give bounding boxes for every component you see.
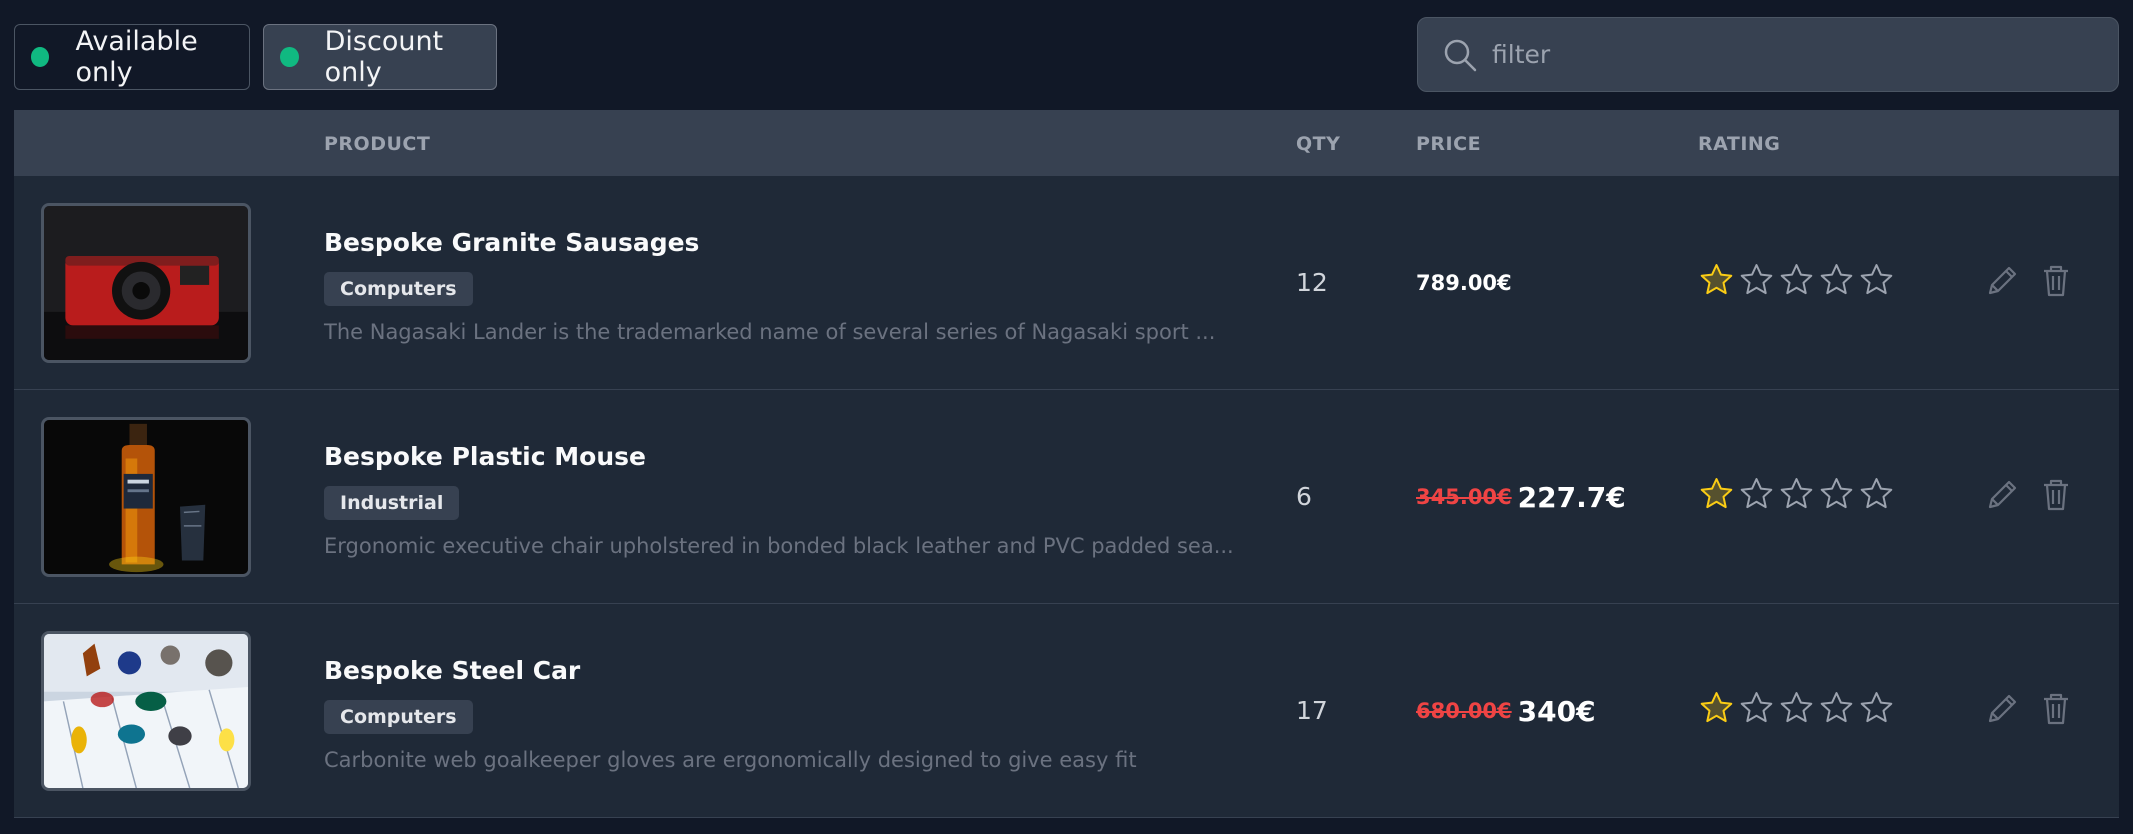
column-header-product[interactable]: PRODUCT [324,133,430,155]
column-header-rating[interactable]: RATING [1698,133,1780,155]
toolbar: Available only Discount only [0,0,2133,110]
products-table: PRODUCT QTY PRICE RATING Bespoke Granite… [14,110,2119,818]
row-actions [1982,689,2076,729]
star-empty-icon[interactable] [1818,262,1855,299]
star-empty-icon[interactable] [1778,262,1815,299]
product-image-red-camera [41,203,251,363]
star-empty-icon[interactable] [1778,476,1815,513]
search-box [1417,17,2119,92]
original-price: 345.00€ [1416,485,1512,509]
product-image-whisky-bottle [41,417,251,577]
column-header-price[interactable]: PRICE [1416,133,1481,155]
delete-trash-icon[interactable] [2036,689,2076,729]
available-only-toggle[interactable]: Available only [14,24,250,90]
table-row[interactable]: Bespoke Granite Sausages Computers The N… [14,176,2119,390]
edit-pencil-icon[interactable] [1982,689,2022,729]
star-empty-icon[interactable] [1858,690,1895,727]
product-image-mineral-display [41,631,251,791]
search-icon [1442,37,1478,73]
product-description: Carbonite web goalkeeper gloves are ergo… [324,748,1137,772]
star-empty-icon[interactable] [1738,476,1775,513]
product-description: Ergonomic executive chair upholstered in… [324,534,1234,558]
quantity: 17 [1296,696,1328,725]
star-filled-icon[interactable] [1698,262,1735,299]
rating-stars [1698,476,1895,513]
row-actions [1982,475,2076,515]
discount-only-toggle[interactable]: Discount only [263,24,497,90]
product-description: The Nagasaki Lander is the trademarked n… [324,320,1216,344]
status-dot-icon [280,47,299,67]
quantity: 12 [1296,268,1328,297]
star-filled-icon[interactable] [1698,476,1735,513]
row-actions [1982,261,2076,301]
product-name[interactable]: Bespoke Granite Sausages [324,228,699,257]
available-only-label: Available only [75,26,198,88]
search-input[interactable] [1492,40,2118,69]
star-empty-icon[interactable] [1738,262,1775,299]
table-row[interactable]: Bespoke Steel Car Computers Carbonite we… [14,604,2119,818]
delete-trash-icon[interactable] [2036,475,2076,515]
rating-stars [1698,262,1895,299]
star-empty-icon[interactable] [1858,476,1895,513]
column-header-qty[interactable]: QTY [1296,133,1340,155]
product-name[interactable]: Bespoke Plastic Mouse [324,442,646,471]
price-cell: 680.00€ 340€ [1416,604,1596,818]
star-empty-icon[interactable] [1858,262,1895,299]
discount-only-label: Discount only [324,26,444,88]
delete-trash-icon[interactable] [2036,261,2076,301]
discounted-price: 227.7€ [1517,480,1626,514]
status-dot-icon [31,47,50,67]
edit-pencil-icon[interactable] [1982,475,2022,515]
price: 789.00€ [1416,271,1512,295]
discounted-price: 340€ [1517,694,1596,728]
star-empty-icon[interactable] [1818,476,1855,513]
quantity: 6 [1296,482,1312,511]
star-empty-icon[interactable] [1738,690,1775,727]
category-badge: Computers [324,700,473,734]
edit-pencil-icon[interactable] [1982,261,2022,301]
category-badge: Industrial [324,486,460,520]
price-cell: 789.00€ [1416,176,1512,390]
price-cell: 345.00€ 227.7€ [1416,390,1626,604]
table-row[interactable]: Bespoke Plastic Mouse Industrial Ergonom… [14,390,2119,604]
star-empty-icon[interactable] [1778,690,1815,727]
rating-stars [1698,690,1895,727]
star-empty-icon[interactable] [1818,690,1855,727]
original-price: 680.00€ [1416,699,1512,723]
category-badge: Computers [324,272,473,306]
product-name[interactable]: Bespoke Steel Car [324,656,580,685]
star-filled-icon[interactable] [1698,690,1735,727]
table-header: PRODUCT QTY PRICE RATING [14,110,2119,176]
